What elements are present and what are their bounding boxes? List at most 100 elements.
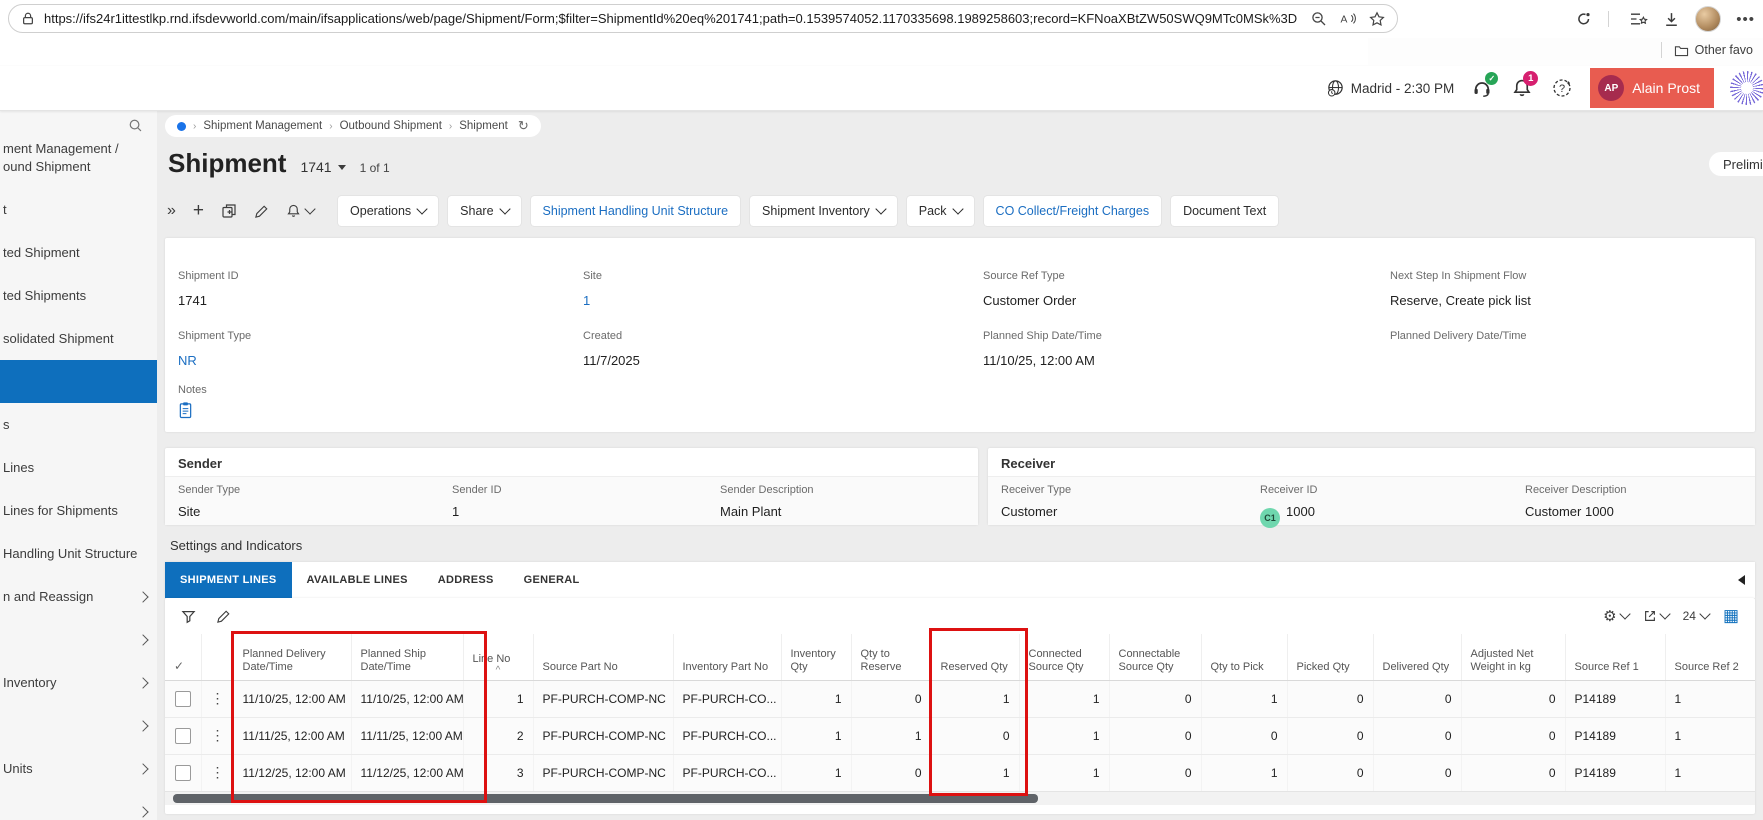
command-button[interactable]: Shipment Handling Unit Structure <box>530 196 741 226</box>
column-header[interactable]: Planned Delivery Date/Time <box>233 634 352 681</box>
table-row[interactable]: ⋮ 11/12/25, 12:00 AM 11/12/25, 12:00 AM 3 PF… <box>165 754 1755 792</box>
browser-more-icon[interactable]: ••• <box>1736 11 1755 28</box>
sidebar-item[interactable]: Lines for Shipments <box>0 489 157 532</box>
sidebar-search-icon[interactable] <box>128 118 143 133</box>
help-icon[interactable]: ? <box>1550 76 1574 100</box>
command-button[interactable]: Document Text <box>1171 196 1279 226</box>
column-header[interactable]: Line No ^ <box>463 634 534 681</box>
column-header[interactable]: Qty to Reserve <box>851 634 932 681</box>
sidebar-item[interactable]: solidated Shipment <box>0 317 157 360</box>
sidebar-item[interactable]: ted Shipment <box>0 231 157 274</box>
column-header[interactable] <box>201 634 234 681</box>
field-value[interactable]: 1 <box>583 293 590 308</box>
settings-indicators-section[interactable]: Settings and Indicators <box>170 538 302 553</box>
table-cell: 1 <box>931 754 1020 792</box>
form-grid: Shipment ID 1741 Site 1 Source Ref Type Custo… <box>165 238 1755 432</box>
row-menu-kebab-icon[interactable]: ⋮ <box>211 727 225 743</box>
favorites-bar-icon[interactable] <box>1630 11 1649 27</box>
column-header[interactable]: Planned Ship Date/Time <box>351 634 464 681</box>
collapse-left-icon[interactable] <box>1738 575 1745 585</box>
column-header[interactable]: Source Ref 2 <box>1665 634 1755 681</box>
scrollbar-thumb[interactable] <box>173 794 1038 803</box>
url-text[interactable]: https://ifs24r1ittestlkp.rnd.ifsdevworld… <box>44 11 1302 26</box>
zoom-out-icon[interactable] <box>1311 11 1327 27</box>
column-header[interactable]: Picked Qty <box>1287 634 1374 681</box>
notes-clipboard-icon[interactable] <box>178 401 193 419</box>
table-export[interactable] <box>1643 608 1671 623</box>
column-header[interactable]: Connected Source Qty <box>1019 634 1110 681</box>
sidebar-item-label: Lines <box>3 460 35 475</box>
downloads-icon[interactable] <box>1663 11 1680 28</box>
table-settings-gear[interactable]: ⚙ <box>1603 607 1631 625</box>
command-button[interactable]: Share <box>448 196 521 226</box>
field-value[interactable]: NR <box>178 353 197 368</box>
grid-view-toggle[interactable]: ▦ <box>1723 606 1739 626</box>
breadcrumb-item[interactable]: Shipment Management <box>203 120 322 132</box>
row-checkbox[interactable] <box>174 690 191 707</box>
command-button[interactable]: Operations <box>338 196 439 226</box>
sidebar-item[interactable]: Lines <box>0 446 157 489</box>
url-bar[interactable]: https://ifs24r1ittestlkp.rnd.ifsdevworld… <box>8 4 1398 33</box>
tab-general[interactable]: GENERAL <box>509 562 595 598</box>
sidebar-item[interactable]: t <box>0 188 157 231</box>
sidebar-item[interactable]: Units <box>0 747 157 790</box>
sidebar-item[interactable]: Handling Unit Structure <box>0 532 157 575</box>
notifications-bell-icon[interactable]: 1 <box>1510 71 1539 100</box>
command-button[interactable]: CO Collect/Freight Charges <box>983 196 1162 226</box>
table-cell: 1 <box>1201 754 1288 792</box>
read-aloud-icon[interactable]: A <box>1340 11 1356 26</box>
tab-address[interactable]: ADDRESS <box>423 562 509 598</box>
browser-profile-avatar[interactable] <box>1695 6 1722 32</box>
sidebar-item[interactable]: Inventory <box>0 661 157 704</box>
row-menu-kebab-icon[interactable]: ⋮ <box>211 690 225 706</box>
column-header-label: Connected Source Qty <box>1028 647 1084 673</box>
timezone-selector[interactable]: Madrid - 2:30 PM <box>1326 79 1454 98</box>
add-record-icon[interactable]: + <box>193 200 204 222</box>
sidebar-item[interactable] <box>0 790 157 820</box>
column-header[interactable]: Qty to Pick <box>1201 634 1288 681</box>
column-header[interactable]: Delivered Qty <box>1373 634 1462 681</box>
breadcrumb-item[interactable]: Outbound Shipment <box>340 120 442 132</box>
sidebar-item[interactable] <box>0 360 157 403</box>
row-checkbox[interactable] <box>174 727 191 744</box>
column-header[interactable]: Source Ref 1 <box>1565 634 1666 681</box>
edit-record-icon[interactable] <box>254 204 269 219</box>
page-size-selector[interactable]: 24 <box>1683 608 1711 623</box>
refresh-icon[interactable]: ↻ <box>518 118 529 134</box>
subscribe-bell-icon[interactable] <box>286 203 316 219</box>
tab-shipment-lines[interactable]: SHIPMENT LINES <box>165 562 292 598</box>
duplicate-record-icon[interactable] <box>221 203 237 219</box>
command-button[interactable]: Pack <box>906 196 974 226</box>
sidebar-item[interactable]: n and Reassign <box>0 575 157 618</box>
breadcrumb-item[interactable]: Shipment <box>459 120 508 132</box>
record-selector[interactable]: 1741 <box>300 159 346 175</box>
column-header[interactable]: Adjusted Net Weight in kg <box>1461 634 1566 681</box>
select-all-check-icon[interactable]: ✓ <box>174 659 184 673</box>
sidebar-item[interactable]: ted Shipments <box>0 274 157 317</box>
column-header[interactable]: Inventory Qty <box>781 634 852 681</box>
column-header[interactable]: Inventory Part No <box>673 634 782 681</box>
edit-lines-icon[interactable] <box>216 609 231 624</box>
sidebar-item[interactable] <box>0 618 157 661</box>
export-icon <box>1644 611 1655 621</box>
table-row[interactable]: ⋮ 11/10/25, 12:00 AM 11/10/25, 12:00 AM 1 PF… <box>165 680 1755 718</box>
sidebar-item[interactable] <box>0 704 157 747</box>
table-row[interactable]: ⋮ 11/11/25, 12:00 AM 11/11/25, 12:00 AM 2 PF… <box>165 717 1755 755</box>
other-favorites[interactable]: Other favo <box>1660 42 1753 58</box>
support-icon[interactable]: ✓ <box>1470 72 1499 100</box>
command-button[interactable]: Shipment Inventory <box>750 196 897 226</box>
browser-extension-icon[interactable] <box>1575 10 1593 28</box>
column-header[interactable]: ✓ <box>165 634 202 681</box>
row-checkbox[interactable] <box>174 764 191 781</box>
tab-available-lines[interactable]: AVAILABLE LINES <box>292 562 423 598</box>
column-header[interactable]: Reserved Qty <box>931 634 1020 681</box>
sidebar-item[interactable]: s <box>0 403 157 446</box>
horizontal-scrollbar[interactable] <box>165 791 1755 805</box>
expand-toolbar-icon[interactable]: » <box>167 202 176 220</box>
row-menu-kebab-icon[interactable]: ⋮ <box>211 764 225 780</box>
filter-icon[interactable] <box>181 609 196 624</box>
favorite-star-icon[interactable] <box>1369 10 1385 27</box>
user-chip[interactable]: AP Alain Prost <box>1590 68 1714 108</box>
column-header[interactable]: Source Part No <box>533 634 674 681</box>
column-header[interactable]: Connectable Source Qty <box>1109 634 1202 681</box>
